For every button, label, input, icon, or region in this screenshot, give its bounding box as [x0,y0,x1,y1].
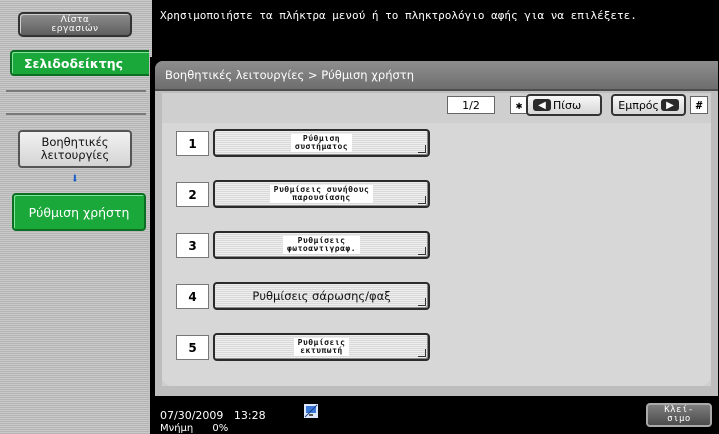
corner-mark-icon [418,349,426,357]
memory-value: 0% [212,423,229,434]
sidebar-divider [6,90,146,92]
back-button[interactable]: ◀ Πίσω [526,94,602,116]
page-indicator: 1/2 [447,96,495,114]
memory-status: Μνήμη 0% [160,423,228,434]
close-label: Κλεί- σιμο [664,405,694,424]
breadcrumb: Βοηθητικές λειτουργίες > Ρύθμιση χρήστη [165,68,414,82]
printer-settings-button[interactable]: Ρυθμίσεις εκτυπωτή [213,333,430,361]
menu-number: 3 [176,233,209,258]
arrow-left-icon: ◀ [533,99,551,111]
menu-label: Ρύθμιση συστήματος [290,134,353,152]
corner-mark-icon [418,196,426,204]
back-label: Πίσω [553,98,582,112]
menu-label: Ρυθμίσεις σάρωσης/φαξ [252,289,391,303]
time: 13:28 [233,409,266,422]
bookmark-tab[interactable]: Σελιδοδείκτης [10,50,149,76]
memory-label: Μνήμη [160,423,194,434]
panel-header: Βοηθητικές λειτουργίες > Ρύθμιση χρήστη [155,61,718,91]
system-settings-button[interactable]: Ρύθμιση συστήματος [213,129,430,157]
menu-label: Ρυθμίσεις φωτοαντιγραφ. [282,236,361,254]
menu-number: 1 [176,131,209,156]
sidebar-divider [6,113,146,115]
job-list-label: Λίστα εργασιών [51,14,99,34]
date-time: 07/30/2009 13:28 [160,409,266,422]
sidebar-crumb-label: Ρύθμιση χρήστη [28,204,130,220]
corner-mark-icon [418,298,426,306]
corner-mark-icon [418,247,426,255]
date: 07/30/2009 [160,409,224,422]
menu-number: 4 [176,284,209,309]
close-button[interactable]: Κλεί- σιμο [646,403,712,427]
menu-number: 5 [176,335,209,360]
menu-label: Ρυθμίσεις εκτυπωτή [293,338,350,356]
copier-settings-button[interactable]: Ρυθμίσεις φωτοαντιγραφ. [213,231,430,259]
sidebar-crumb-utility[interactable]: Βοηθητικές λειτουργίες [18,130,132,168]
arrow-right-icon: ▶ [661,99,679,111]
network-status-icon [304,404,318,418]
menu-label: Ρυθμίσεις συνήθους παρουσίασης [269,185,374,203]
hash-key-icon: # [690,96,708,114]
menu-number: 2 [176,182,209,207]
arrow-down-icon: ⬇ [70,171,80,187]
sidebar: Λίστα εργασιών Σελιδοδείκτης Βοηθητικές … [0,0,152,434]
sidebar-crumb-label: Βοηθητικές λειτουργίες [40,135,110,162]
bookmark-label: Σελιδοδείκτης [24,55,124,71]
corner-mark-icon [418,145,426,153]
instruction-message: Χρησιμοποιήστε τα πλήκτρα μενού ή το πλη… [160,9,637,22]
default-display-settings-button[interactable]: Ρυθμίσεις συνήθους παρουσίασης [213,180,430,208]
forward-label: Εμπρός [618,98,659,112]
job-list-button[interactable]: Λίστα εργασιών [18,12,132,37]
scan-fax-settings-button[interactable]: Ρυθμίσεις σάρωσης/φαξ [213,282,430,310]
forward-button[interactable]: Εμπρός ▶ [611,94,686,116]
sidebar-crumb-user-settings[interactable]: Ρύθμιση χρήστη [12,193,146,231]
